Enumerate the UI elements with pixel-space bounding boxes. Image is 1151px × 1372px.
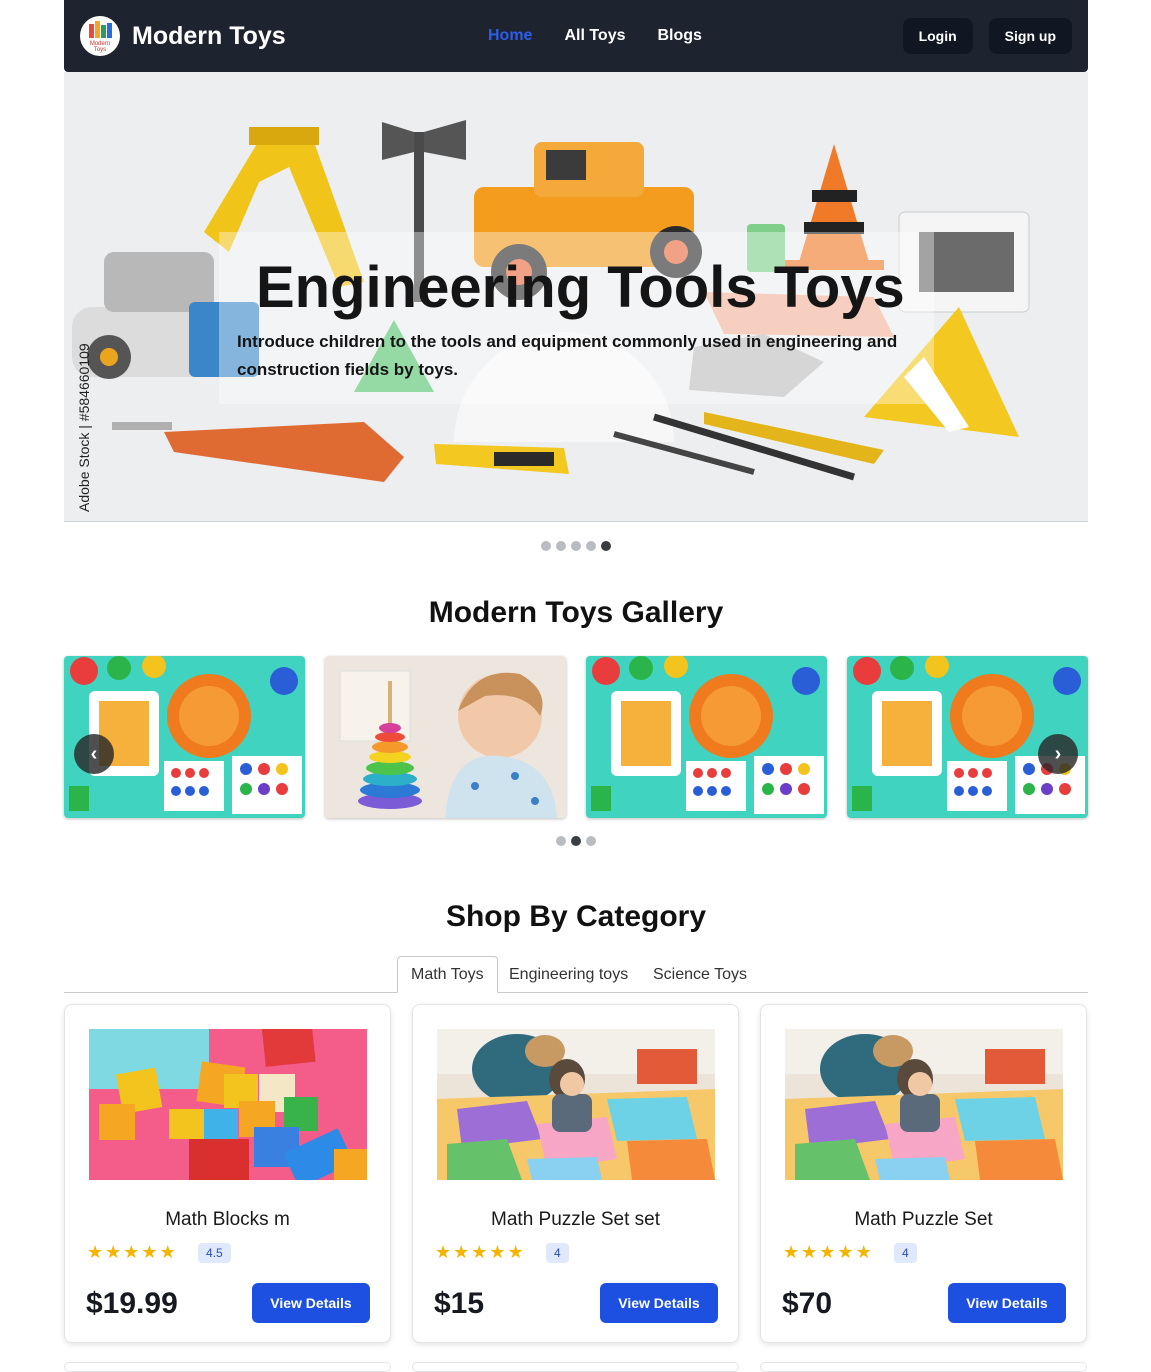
auth-buttons: Login Sign up bbox=[902, 18, 1072, 54]
star-icon: ★ bbox=[837, 1242, 854, 1262]
gallery-carousel-dots bbox=[556, 836, 596, 846]
tab-science-toys[interactable]: Science Toys bbox=[640, 956, 760, 993]
product-image[interactable] bbox=[437, 1029, 715, 1180]
star-icon: ★ bbox=[855, 1242, 872, 1262]
star-icon: ★ bbox=[507, 1242, 524, 1262]
star-icon: ★ bbox=[141, 1242, 158, 1262]
rating-badge: 4 bbox=[894, 1243, 917, 1263]
product-image[interactable] bbox=[785, 1029, 1063, 1180]
product-price: $70 bbox=[782, 1287, 833, 1320]
hero-dot-5[interactable] bbox=[601, 541, 611, 551]
star-icon: ★ bbox=[783, 1242, 800, 1262]
hero-title: Engineering Tools Toys bbox=[256, 255, 905, 320]
gallery-dot-3[interactable] bbox=[586, 836, 596, 846]
product-name[interactable]: Math Blocks m bbox=[65, 1209, 390, 1231]
tab-engineering-toys[interactable]: Engineering toys bbox=[496, 956, 641, 993]
star-icon: ★ bbox=[471, 1242, 488, 1262]
stock-watermark: Adobe Stock | #584660109 bbox=[76, 343, 92, 512]
svg-text:Toys: Toys bbox=[94, 47, 106, 53]
gallery-dot-1[interactable] bbox=[556, 836, 566, 846]
hero-dot-4[interactable] bbox=[586, 541, 596, 551]
product-price: $19.99 bbox=[86, 1287, 178, 1320]
view-details-button[interactable]: View Details bbox=[948, 1283, 1066, 1323]
nav-links: Home All Toys Blogs bbox=[488, 0, 702, 72]
product-name[interactable]: Math Puzzle Set set bbox=[413, 1209, 738, 1231]
hero-dot-3[interactable] bbox=[571, 541, 581, 551]
product-card-next-row bbox=[412, 1362, 739, 1372]
view-details-button[interactable]: View Details bbox=[600, 1283, 718, 1323]
product-price: $15 bbox=[434, 1287, 485, 1320]
nav-link-home[interactable]: Home bbox=[488, 27, 532, 45]
nav-link-blogs[interactable]: Blogs bbox=[658, 27, 702, 45]
star-icon: ★ bbox=[87, 1242, 104, 1262]
top-navbar: Modern Toys Modern Toys Home All Toys Bl… bbox=[64, 0, 1088, 72]
star-rating: ★ ★ ★ ★ ★ bbox=[783, 1242, 872, 1263]
brand-name[interactable]: Modern Toys bbox=[132, 22, 286, 51]
view-details-button[interactable]: View Details bbox=[252, 1283, 370, 1323]
star-icon: ★ bbox=[453, 1242, 470, 1262]
product-card-next-row bbox=[760, 1362, 1087, 1372]
star-icon: ★ bbox=[105, 1242, 122, 1262]
product-card: Math Blocks m ★ ★ ★ ★ ★ 4.5 $19.99 View Deta… bbox=[64, 1004, 391, 1343]
product-card: Math Puzzle Set set ★ ★ ★ ★ ★ 4 $15 View Det… bbox=[412, 1004, 739, 1343]
star-icon: ★ bbox=[489, 1242, 506, 1262]
category-heading: Shop By Category bbox=[445, 900, 707, 933]
gallery-heading: Modern Toys Gallery bbox=[428, 596, 724, 629]
star-icon: ★ bbox=[435, 1242, 452, 1262]
brand-logo[interactable]: Modern Toys bbox=[80, 16, 120, 56]
signup-button[interactable]: Sign up bbox=[988, 18, 1072, 54]
gallery-next-button[interactable]: › bbox=[1038, 734, 1078, 774]
product-image[interactable] bbox=[89, 1029, 367, 1180]
star-icon: ★ bbox=[123, 1242, 140, 1262]
hero-dot-2[interactable] bbox=[556, 541, 566, 551]
gallery-image-2[interactable] bbox=[325, 656, 566, 818]
gallery-prev-button[interactable]: ‹ bbox=[74, 734, 114, 774]
hero-banner: Engineering Tools Toys Introduce childre… bbox=[64, 72, 1088, 522]
product-name[interactable]: Math Puzzle Set bbox=[761, 1209, 1086, 1231]
hero-dot-1[interactable] bbox=[541, 541, 551, 551]
gallery-carousel: ‹ › bbox=[64, 656, 1088, 818]
rating-badge: 4 bbox=[546, 1243, 569, 1263]
hero-description: Introduce children to the tools and equi… bbox=[237, 332, 898, 379]
category-tabs: Math Toys Engineering toys Science Toys bbox=[64, 956, 1088, 993]
hero-carousel-dots bbox=[541, 541, 611, 551]
star-rating: ★ ★ ★ ★ ★ bbox=[435, 1242, 524, 1263]
product-card-next-row bbox=[64, 1362, 391, 1372]
rating-badge: 4.5 bbox=[198, 1243, 231, 1263]
gallery-dot-2[interactable] bbox=[571, 836, 581, 846]
login-button[interactable]: Login bbox=[902, 18, 973, 54]
star-icon: ★ bbox=[819, 1242, 836, 1262]
chevron-right-icon: › bbox=[1054, 742, 1062, 765]
gallery-image-3[interactable] bbox=[586, 656, 827, 818]
nav-link-all-toys[interactable]: All Toys bbox=[564, 27, 625, 45]
product-card: Math Puzzle Set ★ ★ ★ ★ ★ 4 $70 View Details bbox=[760, 1004, 1087, 1343]
star-icon: ★ bbox=[159, 1242, 176, 1262]
star-rating: ★ ★ ★ ★ ★ bbox=[87, 1242, 176, 1263]
star-icon: ★ bbox=[801, 1242, 818, 1262]
tab-math-toys[interactable]: Math Toys bbox=[397, 956, 498, 993]
chevron-left-icon: ‹ bbox=[90, 742, 98, 765]
